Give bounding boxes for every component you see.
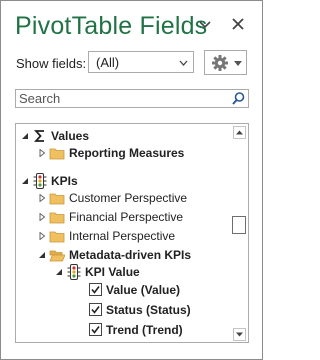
pane-title: PivotTable Fields <box>15 12 208 40</box>
tree-item-label: Value (Value) <box>106 283 181 297</box>
tree-item-trend[interactable]: Trend (Trend) <box>16 321 230 339</box>
tree-item-kpi-value[interactable]: KPI Value <box>16 263 230 281</box>
search-input[interactable]: Search <box>19 91 60 106</box>
collapse-icon[interactable] <box>55 268 63 276</box>
tree-item-label: Reporting Measures <box>69 146 185 160</box>
tree-item-values[interactable]: Values <box>16 127 230 145</box>
collapse-icon[interactable] <box>21 132 29 140</box>
scroll-thumb[interactable] <box>232 216 246 234</box>
expand-icon[interactable] <box>38 149 46 157</box>
chevron-down-icon[interactable] <box>196 15 214 33</box>
gear-icon <box>212 55 228 71</box>
tree-item-value[interactable]: Value (Value) <box>16 281 230 299</box>
dropdown-arrow-icon <box>179 60 188 66</box>
expand-icon[interactable] <box>38 232 46 240</box>
tree-item-kpis[interactable]: KPIs <box>16 172 230 190</box>
expand-icon[interactable] <box>38 213 46 221</box>
dropdown-arrow-icon <box>234 61 242 66</box>
close-icon[interactable] <box>229 15 247 33</box>
folder-open-icon <box>49 250 65 262</box>
folder-icon <box>49 148 65 160</box>
folder-icon <box>49 193 65 205</box>
tree-item-label: Values <box>51 129 90 143</box>
checkbox-checked[interactable] <box>89 303 102 316</box>
sigma-icon <box>33 130 44 142</box>
search-icon[interactable] <box>231 91 246 106</box>
scroll-up-button[interactable] <box>233 126 246 139</box>
tree-item-label: Internal Perspective <box>69 229 176 243</box>
tools-button[interactable] <box>204 50 247 75</box>
expand-icon[interactable] <box>38 194 46 202</box>
tree-item-label: Metadata-driven KPIs <box>69 248 192 262</box>
tree-item-label: KPIs <box>51 174 78 188</box>
folder-icon <box>49 212 65 224</box>
show-fields-label: Show fields: <box>16 56 87 71</box>
tree-item-financial-perspective[interactable]: Financial Perspective <box>16 208 230 226</box>
collapse-icon[interactable] <box>38 251 46 259</box>
vertical-scrollbar[interactable] <box>231 124 248 342</box>
show-fields-value: (All) <box>96 55 120 70</box>
arrow-down-icon <box>236 332 243 337</box>
field-list: Values Reporting Measures KPIs Customer … <box>15 123 249 343</box>
folder-icon <box>49 231 65 243</box>
traffic-light-icon <box>67 264 81 280</box>
tree-item-status[interactable]: Status (Status) <box>16 301 230 319</box>
tree-item-reporting-measures[interactable]: Reporting Measures <box>16 144 230 162</box>
traffic-light-icon <box>33 173 47 189</box>
search-box[interactable]: Search <box>15 89 249 108</box>
tree-item-metadata-driven-kpis[interactable]: Metadata-driven KPIs <box>16 246 230 264</box>
tree-item-label: KPI Value <box>85 265 140 279</box>
collapse-icon[interactable] <box>21 177 29 185</box>
pivot-table-fields-pane: PivotTable Fields Show fields: (All) Sea… <box>0 0 263 360</box>
tree-item-customer-perspective[interactable]: Customer Perspective <box>16 189 230 207</box>
checkbox-checked[interactable] <box>89 283 102 296</box>
tree-item-label: Status (Status) <box>106 303 191 317</box>
tree-item-internal-perspective[interactable]: Internal Perspective <box>16 227 230 245</box>
tree-item-label: Customer Perspective <box>69 191 188 205</box>
arrow-up-icon <box>236 130 243 135</box>
show-fields-dropdown[interactable]: (All) <box>88 51 194 73</box>
checkbox-checked[interactable] <box>89 323 102 336</box>
tree-item-label: Trend (Trend) <box>106 323 183 337</box>
tree-item-label: Financial Perspective <box>69 210 184 224</box>
scroll-down-button[interactable] <box>233 328 246 341</box>
